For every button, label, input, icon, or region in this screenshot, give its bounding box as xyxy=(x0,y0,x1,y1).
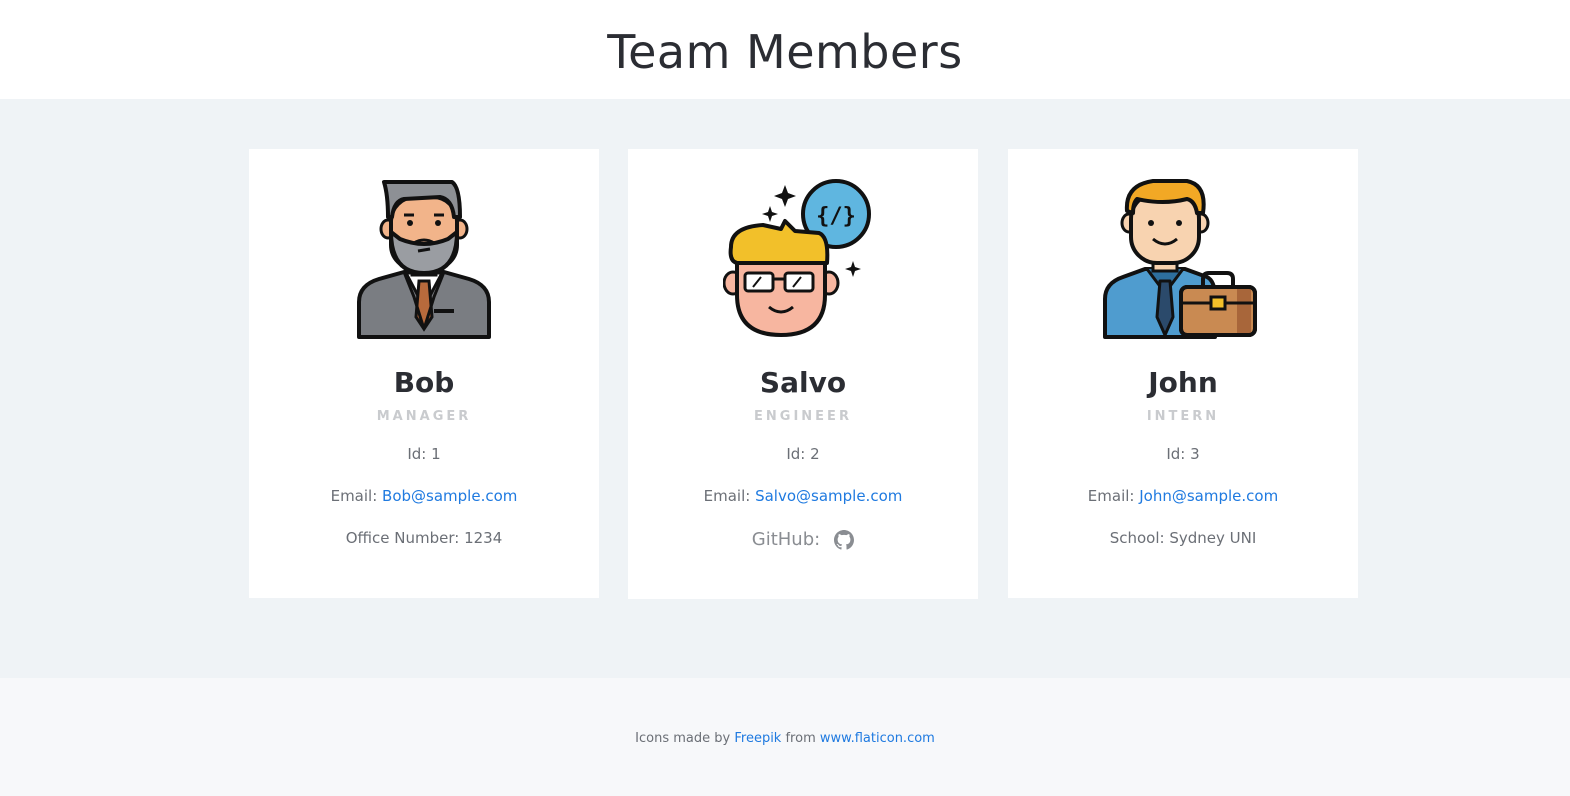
footer-middle: from xyxy=(785,730,816,746)
member-name: Bob xyxy=(393,366,455,399)
github-icon[interactable] xyxy=(834,529,855,550)
member-school: School: Sydney UNI xyxy=(1008,529,1358,547)
member-email: Email: John@sample.com xyxy=(1008,487,1358,505)
member-role: INTERN xyxy=(1146,409,1220,424)
member-card-salvo: {/} Salvo ENGINEER Id: 2 Email: Salvo@sa… xyxy=(628,149,978,599)
member-name: Salvo xyxy=(759,366,847,399)
office-number-value: 1234 xyxy=(464,529,503,547)
intern-avatar-icon xyxy=(1103,177,1263,339)
member-github: GitHub: xyxy=(628,529,978,550)
flaticon-link[interactable]: www.flaticon.com xyxy=(820,731,935,746)
id-value: 1 xyxy=(431,445,441,463)
page-header: Team Members xyxy=(0,0,1570,99)
engineer-avatar-icon: {/} xyxy=(723,177,883,339)
member-email: Email: Salvo@sample.com xyxy=(628,487,978,505)
id-value: 2 xyxy=(810,445,820,463)
member-email: Email: Bob@sample.com xyxy=(249,487,599,505)
email-label: Email: xyxy=(703,487,751,505)
svg-text:{/}: {/} xyxy=(816,204,856,229)
school-label: School: xyxy=(1109,529,1165,547)
member-name: John xyxy=(1148,366,1218,399)
github-label: GitHub: xyxy=(751,529,821,550)
school-value: Sydney UNI xyxy=(1169,529,1257,547)
freepik-link[interactable]: Freepik xyxy=(734,731,781,746)
footer-credit: Icons made by Freepik from www.flaticon.… xyxy=(635,731,935,746)
member-id: Id: 3 xyxy=(1008,445,1358,463)
email-link[interactable]: Bob@sample.com xyxy=(382,487,517,505)
page-footer: Icons made by Freepik from www.flaticon.… xyxy=(0,678,1570,796)
id-label: Id: xyxy=(1166,445,1186,463)
member-id: Id: 2 xyxy=(628,445,978,463)
page-title: Team Members xyxy=(607,24,963,79)
member-card-bob: Bob MANAGER Id: 1 Email: Bob@sample.com … xyxy=(249,149,599,598)
email-label: Email: xyxy=(1087,487,1135,505)
member-office-number: Office Number: 1234 xyxy=(249,529,599,547)
team-section: Bob MANAGER Id: 1 Email: Bob@sample.com … xyxy=(0,99,1570,678)
member-card-john: John INTERN Id: 3 Email: John@sample.com… xyxy=(1008,149,1358,598)
manager-avatar-icon xyxy=(344,177,504,339)
member-role: ENGINEER xyxy=(754,409,852,424)
office-number-label: Office Number: xyxy=(345,529,460,547)
member-role: MANAGER xyxy=(376,409,472,424)
email-link[interactable]: Salvo@sample.com xyxy=(755,487,902,505)
id-value: 3 xyxy=(1190,445,1200,463)
id-label: Id: xyxy=(407,445,427,463)
email-label: Email: xyxy=(330,487,378,505)
id-label: Id: xyxy=(786,445,806,463)
email-link[interactable]: John@sample.com xyxy=(1139,487,1278,505)
member-id: Id: 1 xyxy=(249,445,599,463)
footer-prefix: Icons made by xyxy=(635,730,731,746)
